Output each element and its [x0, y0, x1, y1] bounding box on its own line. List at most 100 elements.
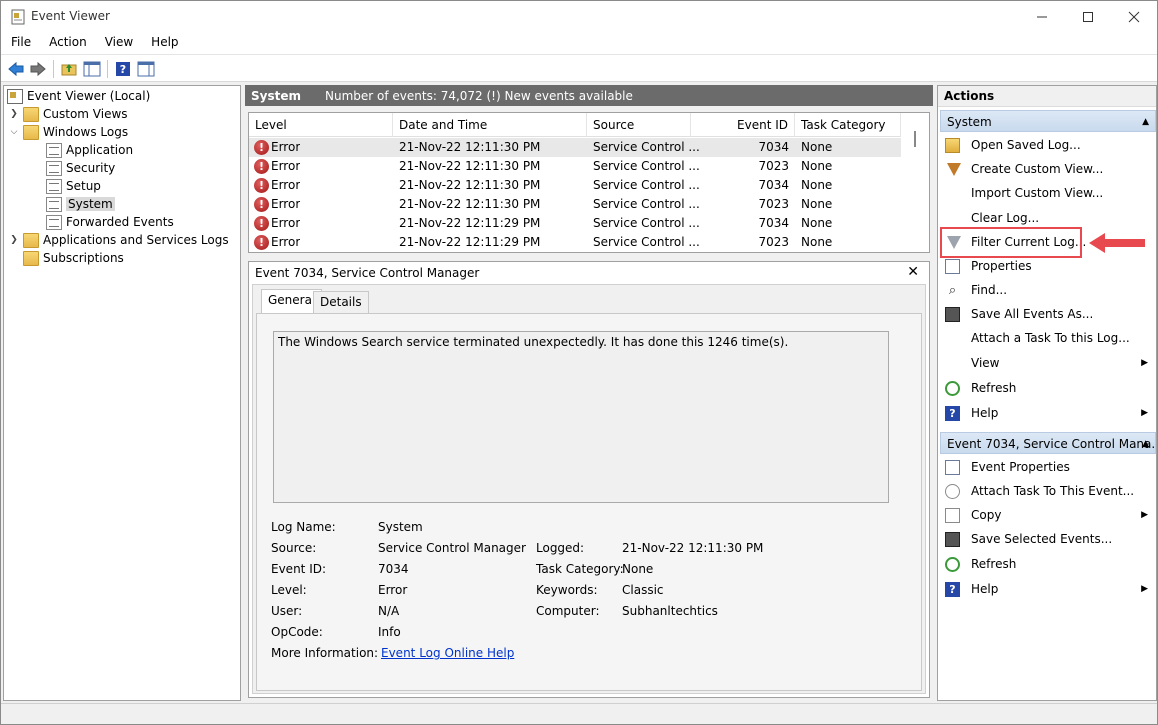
cell-date: 21-Nov-22 12:11:30 PM	[399, 159, 541, 173]
action-open-saved-log[interactable]: Open Saved Log...	[940, 134, 1156, 156]
action-clear-log[interactable]: Clear Log...	[940, 207, 1156, 229]
close-button[interactable]	[1111, 1, 1157, 33]
forward-button[interactable]	[28, 59, 48, 79]
tree-item-applications-services-logs[interactable]: ❯ Applications and Services Logs	[9, 231, 229, 249]
tree-item-security[interactable]: Security	[46, 159, 115, 177]
menu-view[interactable]: View	[95, 33, 141, 54]
action-label: Save Selected Events...	[971, 532, 1113, 546]
tree-item-custom-views[interactable]: ❯ Custom Views	[9, 105, 128, 123]
collapse-up-icon[interactable]: ▲	[1142, 433, 1149, 453]
action-event-properties[interactable]: Event Properties	[940, 456, 1156, 478]
action-refresh-event[interactable]: Refresh	[940, 553, 1156, 575]
open-log-icon	[945, 138, 960, 153]
tree-item-subscriptions[interactable]: Subscriptions	[23, 249, 124, 267]
event-id-value: 7034	[378, 562, 409, 576]
tree-root[interactable]: Event Viewer (Local)	[7, 87, 150, 105]
more-info-label: More Information:	[271, 646, 379, 660]
tree-item-forwarded-events[interactable]: Forwarded Events	[46, 213, 174, 231]
table-row[interactable]: ! Error 21-Nov-22 12:11:30 PM Service Co…	[249, 195, 901, 214]
help-icon: ?	[116, 62, 130, 76]
action-label: Properties	[971, 259, 1032, 273]
table-row[interactable]: ! Error 21-Nov-22 12:11:29 PM Service Co…	[249, 233, 901, 252]
cell-level: Error	[271, 197, 301, 211]
action-save-all-events[interactable]: Save All Events As...	[940, 303, 1156, 325]
title-bar: Event Viewer	[1, 1, 1157, 33]
logged-label: Logged:	[536, 541, 585, 555]
folder-icon	[23, 124, 39, 140]
cell-level: Error	[271, 216, 301, 230]
chevron-right-icon[interactable]: ❯	[9, 235, 19, 245]
help-icon: ?	[945, 406, 960, 421]
action-label: Save All Events As...	[971, 307, 1094, 321]
chevron-down-icon[interactable]: ⌵	[9, 127, 19, 137]
tree-item-application[interactable]: Application	[46, 141, 133, 159]
action-import-custom-view[interactable]: Import Custom View...	[940, 182, 1156, 204]
close-detail-icon[interactable]: ✕	[907, 264, 919, 280]
chevron-right-icon[interactable]: ❯	[9, 109, 19, 119]
up-folder-button[interactable]	[59, 59, 79, 79]
submenu-arrow-icon: ▶	[1141, 408, 1148, 418]
action-attach-task-event[interactable]: Attach Task To This Event...	[940, 480, 1156, 502]
back-button[interactable]	[6, 59, 26, 79]
tab-details[interactable]: Details	[313, 291, 369, 313]
menu-action[interactable]: Action	[39, 33, 95, 54]
tree-item-system[interactable]: System	[46, 195, 115, 213]
column-source[interactable]: Source	[587, 113, 691, 137]
tree-item-windows-logs[interactable]: ⌵ Windows Logs	[9, 123, 128, 141]
table-row[interactable]: ! Error 21-Nov-22 12:11:30 PM Service Co…	[249, 157, 901, 176]
help-button[interactable]: ?	[113, 59, 133, 79]
action-label: Help	[971, 406, 999, 420]
column-date-time[interactable]: Date and Time	[393, 113, 587, 137]
scrollbar-thumb[interactable]	[914, 131, 916, 147]
column-level[interactable]: Level	[249, 113, 393, 137]
cell-category: None	[801, 178, 833, 192]
action-properties[interactable]: Properties	[940, 255, 1156, 277]
cell-date: 21-Nov-22 12:11:30 PM	[399, 140, 541, 154]
event-log-online-help-link[interactable]: Event Log Online Help	[381, 646, 514, 660]
table-row[interactable]: ! Error 21-Nov-22 12:11:30 PM Service Co…	[249, 138, 901, 157]
tree-item-setup[interactable]: Setup	[46, 177, 101, 195]
save-icon	[945, 532, 960, 547]
minimize-button[interactable]	[1019, 1, 1065, 33]
actions-section-system[interactable]: System ▲	[940, 110, 1156, 132]
task-category-value: None	[622, 562, 654, 576]
tree-label: Applications and Services Logs	[43, 233, 229, 247]
event-list-scrollbar[interactable]	[902, 113, 929, 252]
action-create-custom-view[interactable]: Create Custom View...	[940, 158, 1156, 180]
status-bar	[1, 703, 1157, 724]
action-copy[interactable]: Copy ▶	[940, 504, 1156, 526]
toolbar: ?	[1, 54, 1157, 82]
action-help-event[interactable]: ? Help ▶	[940, 578, 1156, 600]
event-description[interactable]: The Windows Search service terminated un…	[273, 331, 889, 503]
toolbar-separator	[107, 60, 108, 78]
action-refresh[interactable]: Refresh	[940, 377, 1156, 399]
show-hide-actions-button[interactable]	[136, 59, 156, 79]
navigation-tree: Event Viewer (Local) ❯ Custom Views ⌵ Wi…	[3, 85, 241, 701]
action-save-selected-events[interactable]: Save Selected Events...	[940, 528, 1156, 550]
cell-source: Service Control ...	[593, 216, 700, 230]
cell-level: Error	[271, 159, 301, 173]
menu-help[interactable]: Help	[141, 33, 186, 54]
table-row[interactable]: ! Error 21-Nov-22 12:11:30 PM Service Co…	[249, 176, 901, 195]
actions-header: Actions	[938, 86, 1156, 107]
action-help[interactable]: ? Help ▶	[940, 402, 1156, 424]
up-folder-icon	[61, 64, 77, 76]
maximize-button[interactable]	[1065, 1, 1111, 33]
error-icon: !	[254, 216, 269, 231]
action-view[interactable]: View ▶	[940, 352, 1156, 374]
close-icon	[1128, 11, 1140, 23]
column-event-id[interactable]: Event ID	[691, 113, 795, 137]
table-row[interactable]: ! Error 21-Nov-22 12:11:29 PM Service Co…	[249, 214, 901, 233]
column-task-category[interactable]: Task Category	[795, 113, 901, 137]
action-find[interactable]: ⌕ Find...	[940, 279, 1156, 301]
action-attach-task-log[interactable]: Attach a Task To this Log...	[940, 327, 1156, 349]
action-label: Attach a Task To this Log...	[971, 331, 1130, 345]
actions-section-event[interactable]: Event 7034, Service Control Mana... ▲	[940, 432, 1156, 454]
show-hide-tree-button[interactable]	[82, 59, 102, 79]
event-viewer-window: Event Viewer File Action View Help ? Eve…	[0, 0, 1158, 725]
user-label: User:	[271, 604, 303, 618]
cell-category: None	[801, 216, 833, 230]
refresh-icon	[945, 381, 960, 396]
collapse-up-icon[interactable]: ▲	[1142, 111, 1149, 131]
menu-file[interactable]: File	[1, 33, 39, 54]
